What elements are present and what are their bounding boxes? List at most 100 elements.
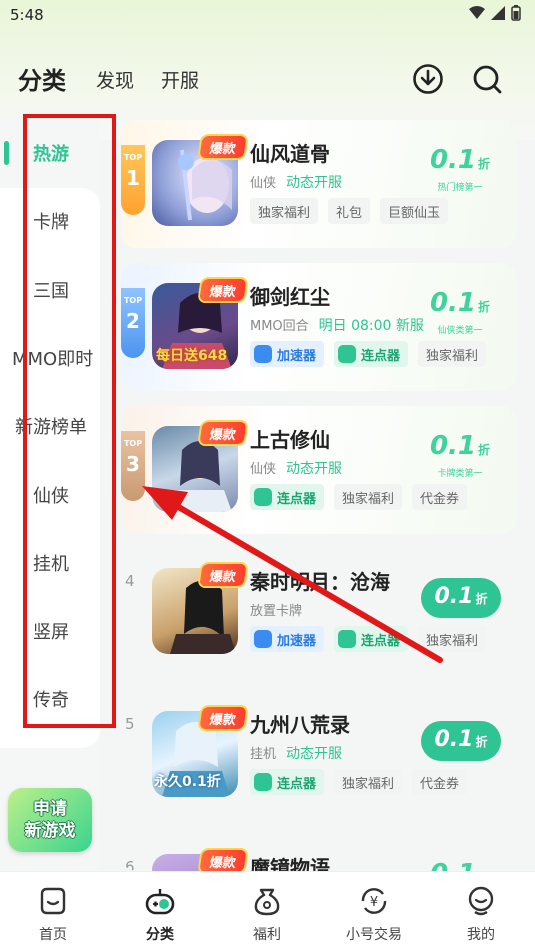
hot-badge: 爆款	[199, 279, 247, 301]
tab-category[interactable]: 分类	[18, 61, 66, 96]
game-status: 动态开服	[286, 746, 343, 762]
discount-value: 0.1	[430, 859, 476, 871]
gamepad-icon	[145, 889, 175, 915]
game-meta: 挂机 动态开服	[250, 743, 342, 763]
game-genre: 仙侠	[250, 176, 277, 191]
system-icons	[469, 5, 521, 21]
discount-unit: 折	[478, 443, 491, 457]
gamepad-icon	[338, 345, 357, 363]
discount-badge: 0.1 折 卡牌类第一	[419, 431, 501, 479]
rank-number: 3	[126, 452, 140, 476]
game-meta: 仙侠 动态开服	[250, 458, 342, 478]
nav-profile[interactable]: 我的	[441, 884, 521, 944]
game-tags: 加速器 连点器 独家福利	[250, 341, 487, 367]
tag: 礼包	[328, 198, 371, 224]
gamepad-icon	[254, 773, 272, 791]
rank-number: 4	[125, 572, 135, 590]
discount-badge: 0.1 折 仙侠类第一	[419, 288, 501, 336]
bottom-nav: 首页 分类 福利 ¥ 小号交易 我的	[0, 871, 535, 951]
tag: 连点器	[334, 341, 409, 367]
status-time: 5:48	[10, 6, 44, 24]
game-tags: 连点器 独家福利 代金券	[250, 484, 468, 510]
signal-icon	[491, 6, 505, 20]
rank-number: 5	[125, 715, 135, 733]
game-tags: 加速器 连点器 独家福利	[250, 626, 487, 652]
game-genre: 仙侠	[250, 462, 277, 477]
tag-label: 加速器	[277, 633, 317, 649]
gift-bag-icon	[254, 888, 280, 916]
tag: 连点器	[250, 769, 325, 795]
game-genre: 放置卡牌	[250, 604, 303, 619]
game-card[interactable]: TOP 2 每日送648 爆款 御剑红尘 MMO回合 明日 08:00 新服 加速器…	[121, 263, 517, 391]
nav-account-trade[interactable]: ¥ 小号交易	[334, 884, 414, 944]
rank-ribbon: TOP 3	[121, 431, 145, 501]
top-header: 分类 发现 开服	[0, 55, 535, 105]
status-bar: 5:48	[0, 0, 535, 30]
game-card[interactable]: TOP 3 爆款 上古修仙 仙侠 动态开服 连点器 独家福利 代金券 0.1 折 卡牌…	[121, 406, 517, 534]
game-meta: 放置卡牌	[250, 600, 302, 619]
game-status: 动态开服	[286, 175, 343, 191]
rank-number: 1	[126, 166, 140, 190]
tag: 代金券	[412, 769, 468, 795]
discount-button[interactable]: 0.1 折	[421, 721, 501, 761]
discount-badge: 0.1 折 热门榜第一	[419, 146, 501, 193]
svg-text:¥: ¥	[370, 895, 378, 910]
tab-server-open[interactable]: 开服	[161, 66, 199, 93]
game-status: 明日 08:00 新服	[318, 318, 424, 334]
rank-top-label: TOP	[123, 296, 143, 305]
nav-label: 分类	[146, 927, 174, 943]
tag: 加速器	[250, 626, 325, 652]
rank-number: 2	[126, 309, 140, 333]
wifi-icon	[469, 6, 485, 19]
tab-discover[interactable]: 发现	[96, 66, 134, 93]
discount-value: 0.1	[429, 288, 477, 318]
game-genre: MMO回合	[250, 319, 309, 334]
discount-value: 0.1	[434, 727, 474, 752]
nav-category[interactable]: 分类	[120, 884, 200, 944]
game-card[interactable]: TOP 1 爆款 仙风道骨 仙侠 动态开服 独家福利 礼包 巨额仙玉 0.1 折 热门…	[121, 120, 517, 248]
trade-icon: ¥	[361, 888, 387, 914]
discount-subtitle: 卡牌类第一	[437, 469, 483, 479]
rank-ribbon: TOP 1	[121, 145, 145, 215]
discount-unit: 折	[475, 735, 488, 749]
hot-badge: 爆款	[199, 422, 247, 444]
game-card[interactable]: 5 永久0.1折 爆款 九州八荒录 挂机 动态开服 连点器 独家福利 代金券 0.…	[121, 691, 517, 819]
hot-badge: 爆款	[199, 850, 247, 871]
tag: 独家福利	[418, 341, 487, 367]
nav-label: 我的	[467, 927, 495, 943]
tag-label: 连点器	[361, 633, 401, 649]
game-name: 秦时明月：沧海	[250, 570, 390, 594]
game-name: 九州八荒录	[250, 713, 350, 737]
game-tags: 独家福利 礼包 巨额仙玉	[250, 198, 449, 224]
game-name: 上古修仙	[250, 428, 330, 452]
apply-line1: 申请	[33, 799, 67, 819]
game-card[interactable]: 6 爆款 魔镜物语 0.1折	[121, 834, 517, 871]
tag-label: 加速器	[277, 348, 317, 364]
tag: 巨额仙玉	[380, 198, 449, 224]
discount-unit: 折	[478, 300, 491, 314]
search-icon[interactable]	[471, 63, 503, 95]
hot-badge: 爆款	[199, 707, 247, 729]
tag: 连点器	[250, 484, 325, 510]
tag-label: 连点器	[277, 776, 317, 792]
nav-home[interactable]: 首页	[13, 884, 93, 944]
rank-ribbon: TOP 2	[121, 288, 145, 358]
tag: 独家福利	[334, 769, 403, 795]
tag: 加速器	[250, 341, 325, 367]
nav-label: 福利	[253, 927, 281, 943]
game-meta: MMO回合 明日 08:00 新服	[250, 315, 424, 335]
game-card[interactable]: 4 爆款 秦时明月：沧海 放置卡牌 加速器 连点器 独家福利 0.1 折	[121, 548, 517, 676]
tag-label: 连点器	[361, 348, 401, 364]
discount-unit: 折	[475, 592, 488, 606]
nav-welfare[interactable]: 福利	[227, 884, 307, 944]
annotation-highlight-box	[23, 114, 116, 728]
tag: 连点器	[334, 626, 409, 652]
gamepad-icon	[338, 630, 357, 648]
download-icon[interactable]	[412, 63, 444, 95]
discount-button[interactable]: 0.1 折	[421, 578, 501, 618]
apply-new-game-button[interactable]: 申请 新游戏	[8, 788, 92, 852]
thumbnail-text: 每日送648	[156, 348, 228, 364]
game-status: 动态开服	[286, 461, 343, 477]
discount-value: 0.1	[429, 431, 477, 461]
tag: 独家福利	[250, 198, 319, 224]
